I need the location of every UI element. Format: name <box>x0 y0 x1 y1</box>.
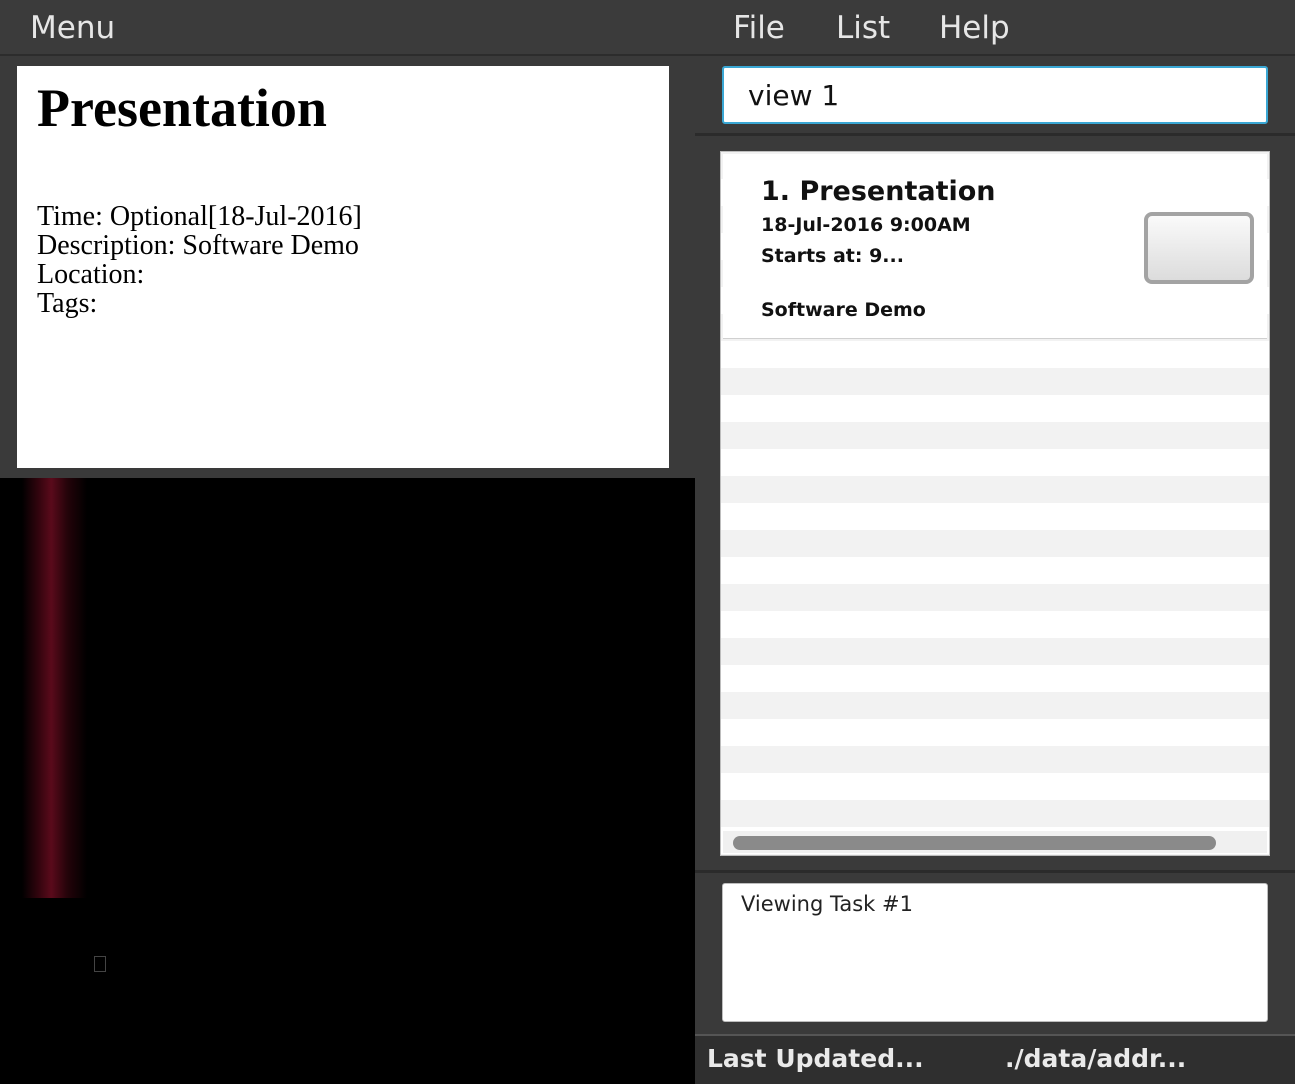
task-complete-checkbox[interactable] <box>1144 212 1254 284</box>
background-speck <box>94 956 106 972</box>
detail-description: Description: Software Demo <box>37 230 359 261</box>
task-title: 1. Presentation <box>761 176 996 207</box>
task-date: 18-Jul-2016 9:00AM <box>761 214 971 236</box>
detail-tags: Tags: <box>37 288 98 319</box>
menu-menu[interactable]: Menu <box>30 8 115 48</box>
task-list-panel[interactable]: 1. Presentation 18-Jul-2016 9:00AM Start… <box>720 151 1270 856</box>
detail-location: Location: <box>37 259 145 290</box>
curtain-decoration <box>22 478 87 898</box>
detail-fields: Time: Optional[18-Jul-2016] Description:… <box>37 202 649 318</box>
result-display: Viewing Task #1 <box>722 883 1268 1022</box>
task-start-time: Starts at: 9... <box>761 245 904 267</box>
menu-list[interactable]: List <box>836 8 890 48</box>
status-save-location: ./data/addr... <box>1005 1044 1187 1073</box>
task-detail-panel: Presentation Time: Optional[18-Jul-2016]… <box>17 66 669 468</box>
detail-title: Presentation <box>37 78 327 138</box>
horizontal-scrollbar[interactable] <box>723 831 1267 853</box>
task-card[interactable]: 1. Presentation 18-Jul-2016 9:00AM Start… <box>723 154 1267 339</box>
task-description: Software Demo <box>761 299 926 321</box>
status-last-updated: Last Updated... <box>707 1044 924 1073</box>
menu-bar: Menu File List Help <box>0 0 1295 56</box>
menu-file[interactable]: File <box>733 8 785 48</box>
detail-time: Time: Optional[18-Jul-2016] <box>37 201 362 232</box>
command-input[interactable] <box>722 66 1268 124</box>
scrollbar-thumb[interactable] <box>733 836 1216 850</box>
status-bar: Last Updated... ./data/addr... <box>695 1034 1295 1084</box>
browser-background-image <box>0 478 695 1084</box>
menu-help[interactable]: Help <box>939 8 1010 48</box>
